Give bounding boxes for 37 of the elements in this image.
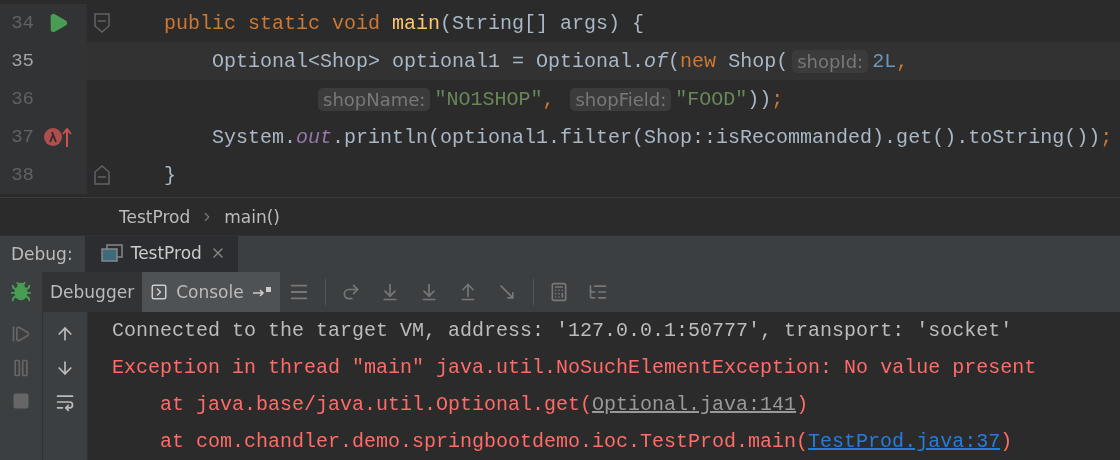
- console-line: Connected to the target VM, address: '127.0.0.1:50777', transport: 'socket': [112, 318, 1014, 344]
- code-text: 2L,: [872, 49, 909, 73]
- calculator-icon[interactable]: [549, 282, 570, 302]
- console-line: Exception in thread "main" java.util.NoSuchElementException: No value present: [112, 355, 1038, 381]
- view-tab[interactable]: Debugger: [42, 272, 143, 312]
- code-text: }: [164, 163, 176, 187]
- line-number: 35: [10, 50, 34, 72]
- parameter-hint: shopId:: [792, 49, 869, 73]
- console-line: at java.base/java.util.Optional.get(Optional.java:141): [159, 392, 810, 418]
- parameter-hint: shopField:: [570, 87, 672, 111]
- code-text: "FOOD"));: [675, 87, 784, 111]
- wrap-icon[interactable]: [55, 392, 75, 412]
- list-icon[interactable]: [588, 282, 609, 302]
- step-over-icon[interactable]: [341, 282, 362, 302]
- code-text: Optional<Shop> optional1 = Optional.of(new Shop(: [212, 49, 789, 73]
- resume-icon[interactable]: [11, 324, 31, 344]
- pause-icon[interactable]: [11, 358, 31, 378]
- console-line: at com.chandler.demo.springbootdemo.ioc.TestProd.main(TestProd.java:37): [159, 429, 1014, 455]
- parameter-hint: shopName:: [318, 87, 431, 111]
- lambda-breakpoint-icon[interactable]: [43, 125, 73, 149]
- file-link[interactable]: Optional.java:141: [592, 393, 797, 416]
- window-icon: [100, 243, 123, 262]
- stop-icon[interactable]: [12, 392, 30, 410]
- file-link[interactable]: TestProd.java:37: [808, 430, 1001, 453]
- view-tab[interactable]: Console: [142, 272, 280, 312]
- panel-title: Debug:: [10, 243, 74, 266]
- pin-icon[interactable]: [251, 286, 272, 298]
- fold-icon[interactable]: [92, 164, 111, 186]
- console-icon: [150, 283, 169, 301]
- fold-icon[interactable]: [92, 12, 111, 34]
- run-tab[interactable]: TestProd: [84, 236, 238, 272]
- breadcrumb[interactable]: main(): [224, 206, 280, 227]
- code-text: "NO1SHOP",: [434, 87, 556, 111]
- breadcrumb[interactable]: TestProd: [119, 206, 191, 227]
- code-text: public static void main(String[] args) {: [164, 11, 645, 35]
- bug-icon: [10, 281, 32, 303]
- code-text: System.out.println(optional1.filter(Shop::isRecommanded).get().toString());: [212, 125, 1113, 149]
